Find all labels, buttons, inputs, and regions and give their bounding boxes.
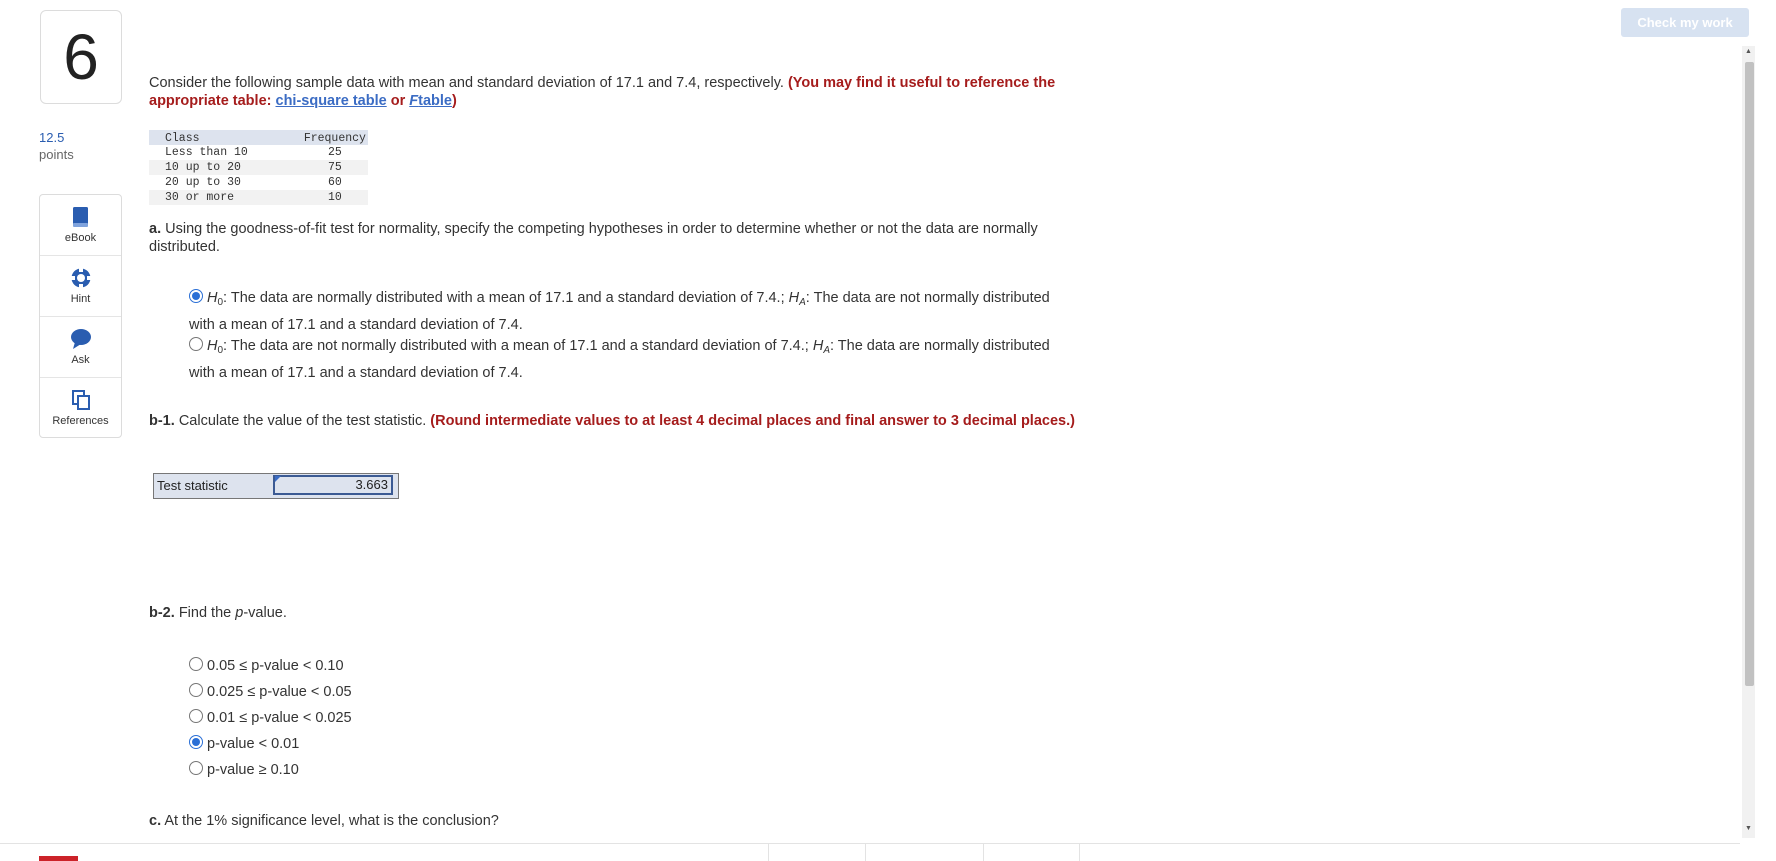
h0-text: : The data are not normally distributed … <box>223 338 809 354</box>
pvalue-option-text: 0.01 ≤ p-value < 0.025 <box>207 710 352 726</box>
scroll-down-arrow-icon[interactable]: ▼ <box>1745 825 1752 832</box>
table-cell: 10 up to 20 <box>149 160 264 175</box>
pvalue-option-text: p-value < 0.01 <box>207 736 300 752</box>
reference-suffix: ) <box>451 93 457 109</box>
chi-square-table-link[interactable]: chi-square table <box>276 93 387 109</box>
table-cell: 20 up to 30 <box>165 176 241 189</box>
part-b2-prefix: Find the <box>178 605 232 621</box>
footer-separator <box>1079 843 1080 861</box>
part-a-prompt: a. Using the goodness-of-fit test for no… <box>149 220 1099 256</box>
part-c-text: At the 1% significance level, what is th… <box>164 813 499 829</box>
part-b1-instruction: (Round intermediate values to at least 4… <box>430 413 1075 429</box>
radio-unselected[interactable] <box>189 709 203 723</box>
reference-or: or <box>390 93 406 109</box>
scrollbar-thumb[interactable] <box>1745 62 1754 686</box>
check-my-work-button[interactable]: Check my work <box>1621 8 1749 37</box>
h0-symbol: H <box>207 290 218 306</box>
test-statistic-row: Test statistic 3.663 <box>153 473 399 499</box>
pvalue-option-3[interactable]: 0.01 ≤ p-value < 0.025 <box>189 709 352 727</box>
pvalue-option-text: 0.05 ≤ p-value < 0.10 <box>207 658 344 674</box>
part-b2-prompt: b-2. Find the p-value. <box>149 605 287 621</box>
hypothesis-option-2[interactable]: H0: The data are not normally distribute… <box>189 335 1069 384</box>
scroll-up-arrow-icon[interactable]: ▲ <box>1745 48 1752 55</box>
radio-unselected[interactable] <box>189 761 203 775</box>
copy-pages-icon <box>71 390 90 410</box>
h0-symbol: H <box>207 338 218 354</box>
pvalue-option-4[interactable]: p-value < 0.01 <box>189 735 299 753</box>
intro-text: Consider the following sample data with … <box>149 75 784 91</box>
part-c-prompt: c. At the 1% significance level, what is… <box>149 813 499 829</box>
ebook-button[interactable]: eBook <box>40 195 121 256</box>
pvalue-option-5[interactable]: p-value ≥ 0.10 <box>189 761 299 779</box>
book-icon <box>72 207 88 227</box>
table-cell: 30 or more <box>149 190 264 205</box>
radio-selected[interactable] <box>189 289 203 303</box>
footer-separator <box>865 843 866 861</box>
test-statistic-label: Test statistic <box>157 478 228 493</box>
part-b1-prompt: b-1. Calculate the value of the test sta… <box>149 412 1099 430</box>
ask-label: Ask <box>71 354 90 366</box>
footer-separator <box>768 843 769 861</box>
part-c-label: c. <box>149 813 162 829</box>
table-row: Less than 10 25 <box>149 145 368 160</box>
hypothesis-option-1[interactable]: H0: The data are normally distributed wi… <box>189 287 1069 336</box>
test-statistic-input[interactable]: 3.663 <box>273 475 393 495</box>
footer-separator <box>983 843 984 861</box>
f-letter: F <box>409 93 419 109</box>
part-b1-text: Calculate the value of the test statisti… <box>178 413 427 429</box>
lifebuoy-icon <box>70 268 91 288</box>
table-header-class: Class <box>149 130 264 145</box>
table-cell: 10 <box>263 190 368 205</box>
table-row: 20 up to 30 60 <box>149 175 368 190</box>
table-cell: Less than 10 <box>165 146 248 159</box>
points-label: points <box>39 147 74 162</box>
points-value: 12.5 <box>39 130 65 145</box>
table-cell: 60 <box>327 176 342 189</box>
question-number-box: 6 <box>40 10 122 104</box>
table-row: 30 or more 10 <box>149 190 368 205</box>
table-cell: 75 <box>263 160 368 175</box>
pvalue-option-text: 0.025 ≤ p-value < 0.05 <box>207 684 352 700</box>
question-number: 6 <box>63 21 99 93</box>
question-intro: Consider the following sample data with … <box>149 74 1099 110</box>
references-button[interactable]: References <box>40 378 121 438</box>
radio-selected[interactable] <box>189 735 203 749</box>
table-row: 10 up to 20 75 <box>149 160 368 175</box>
part-b2-label: b-2. <box>149 605 175 621</box>
pvalue-option-1[interactable]: 0.05 ≤ p-value < 0.10 <box>189 657 344 675</box>
h0-text: : The data are normally distributed with… <box>223 290 785 306</box>
table-header-frequency: Frequency <box>263 130 368 145</box>
f-table-text: table <box>418 93 452 109</box>
speech-bubble-icon <box>70 329 91 349</box>
ha-subscript: A <box>799 297 806 308</box>
part-b1-label: b-1. <box>149 413 175 429</box>
footer-brand-strip <box>39 856 78 861</box>
table-cell: 25 <box>327 146 342 159</box>
pvalue-option-text: p-value ≥ 0.10 <box>207 762 299 778</box>
f-table-link[interactable]: Ftable <box>409 93 452 109</box>
part-a-text: Using the goodness-of-fit test for norma… <box>149 221 1038 255</box>
hint-button[interactable]: Hint <box>40 256 121 317</box>
ha-symbol: H <box>812 338 824 354</box>
references-label: References <box>52 415 109 427</box>
radio-unselected[interactable] <box>189 657 203 671</box>
part-b2-suffix: -value. <box>243 605 287 621</box>
radio-unselected[interactable] <box>189 337 203 351</box>
radio-unselected[interactable] <box>189 683 203 697</box>
ebook-label: eBook <box>64 232 97 244</box>
ask-button[interactable]: Ask <box>40 317 121 378</box>
answer-flag-icon <box>275 476 281 482</box>
part-a-label: a. <box>149 221 162 237</box>
ha-symbol: H <box>788 290 800 306</box>
tools-panel: eBook Hint Ask References <box>39 194 122 438</box>
hint-label: Hint <box>70 293 91 305</box>
ha-subscript: A <box>823 345 830 356</box>
footer-divider <box>0 843 1740 844</box>
pvalue-option-2[interactable]: 0.025 ≤ p-value < 0.05 <box>189 683 352 701</box>
frequency-table: Class Frequency Less than 10 25 10 up to… <box>149 130 368 205</box>
